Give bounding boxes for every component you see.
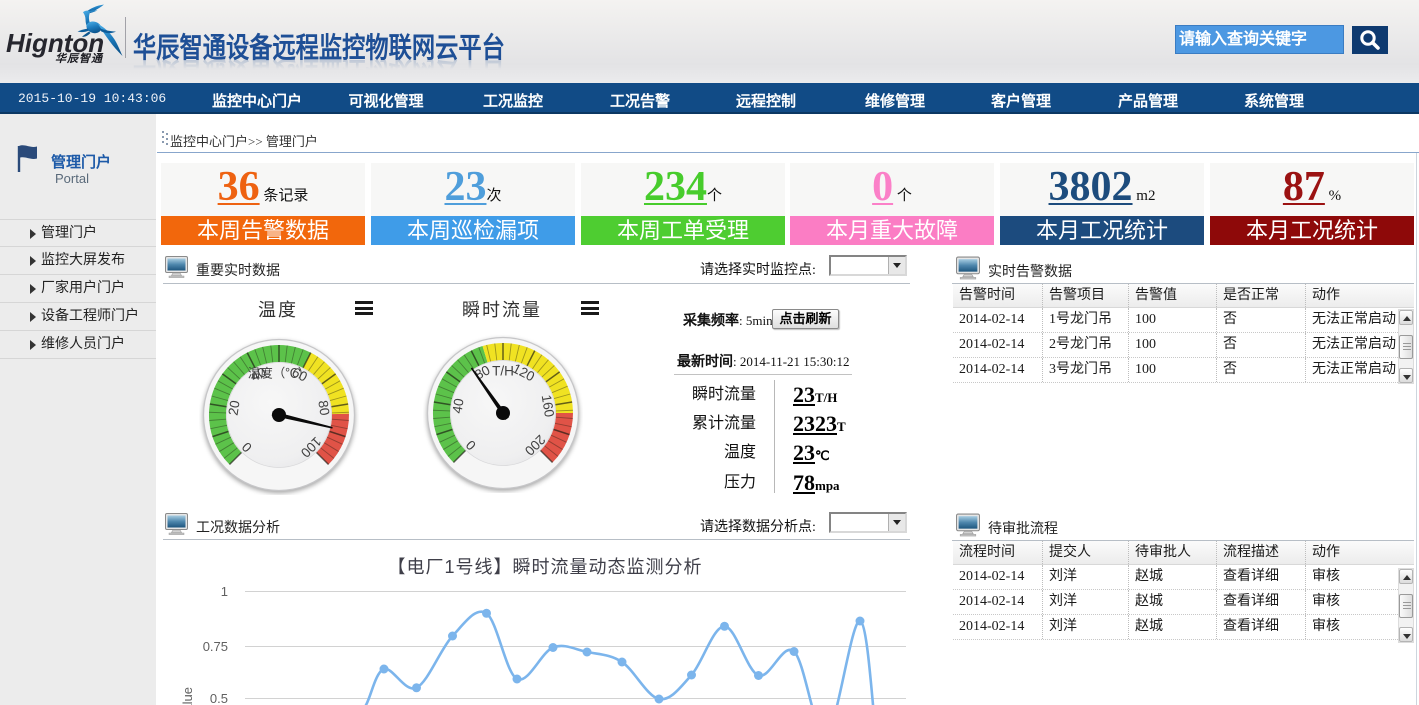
svg-text:80: 80 <box>315 399 332 416</box>
svg-text:温度（℃）: 温度（℃） <box>248 366 311 381</box>
svg-text:20: 20 <box>226 399 243 416</box>
svg-text:T/H: T/H <box>492 364 514 379</box>
svg-text:40: 40 <box>450 397 467 414</box>
